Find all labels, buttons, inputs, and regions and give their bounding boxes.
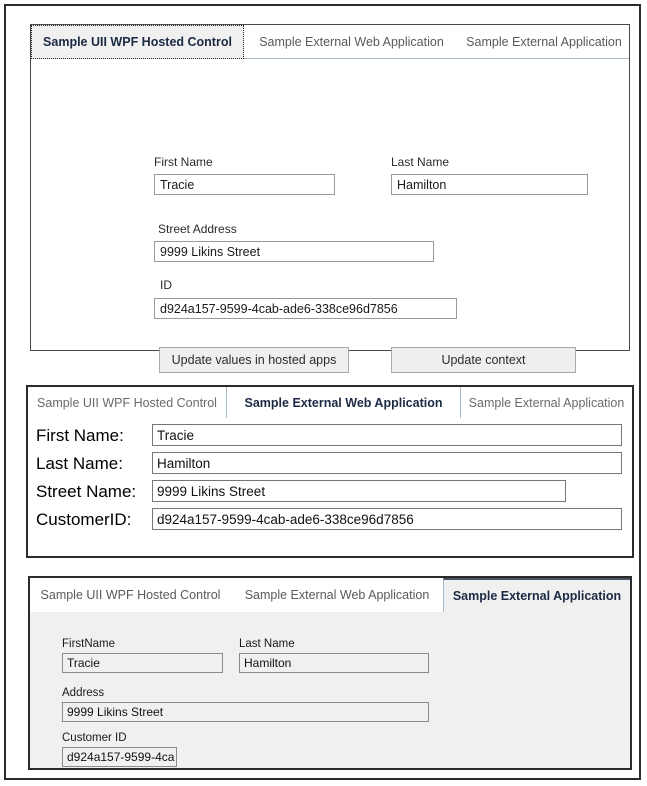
panel3-customer-id-label: Customer ID [62,732,127,744]
panel3-customer-id-input[interactable]: d924a157-9599-4ca [62,747,177,767]
panel1-tab-label-2: Sample External Application [466,35,622,49]
panel2-customer-id-row: CustomerID: d924a157-9599-4cab-ade6-338c… [28,506,632,534]
panel1-id-input[interactable]: d924a157-9599-4cab-ade6-338ce96d7856 [154,298,457,319]
panel2-customer-id-label: CustomerID: [36,510,132,529]
panel2-last-name-input[interactable]: Hamilton [152,452,622,474]
panel3-first-name-input[interactable]: Tracie [62,653,223,673]
update-context-button[interactable]: Update context [391,347,576,373]
panel2-tab-label-0: Sample UII WPF Hosted Control [37,395,217,410]
panel1-tab-label-0: Sample UII WPF Hosted Control [43,35,232,49]
panel1-tab-external-application[interactable]: Sample External Application [459,25,629,59]
panel2-tab-label-2: Sample External Application [468,395,625,410]
panel2-tab-external-web-application[interactable]: Sample External Web Application [226,387,461,418]
panel1-body: First Name Tracie Last Name Hamilton Str… [31,59,629,373]
panel3-tab-external-web-application[interactable]: Sample External Web Application [231,578,443,612]
wpf-hosted-control-panel: Sample UII WPF Hosted Control Sample Ext… [30,24,630,373]
panel3-tab-label-0: Sample UII WPF Hosted Control [40,588,221,602]
panel3-tab-wpf-hosted-control[interactable]: Sample UII WPF Hosted Control [30,578,231,612]
panel2-tab-external-application[interactable]: Sample External Application [461,387,632,418]
panel3-body: FirstName Tracie Last Name Hamilton Addr… [30,612,630,768]
external-web-application-panel: Sample UII WPF Hosted Control Sample Ext… [26,385,634,558]
panel3-tab-label-2: Sample External Application [452,589,622,603]
panel2-street-name-label: Street Name: [36,482,137,501]
panel2-first-name-row: First Name: Tracie [28,422,632,450]
panel2-tab-label-1: Sample External Web Application [244,395,443,410]
panel1-first-name-input[interactable]: Tracie [154,174,335,195]
panel3-first-name-label: FirstName [62,638,116,650]
panel1-street-address-input[interactable]: 9999 Likins Street [154,241,434,262]
panel1-tabstrip: Sample UII WPF Hosted Control Sample Ext… [31,25,629,59]
panel3-last-name-input[interactable]: Hamilton [239,653,429,673]
panel2-first-name-input[interactable]: Tracie [152,424,622,446]
panel1-id-label: ID [160,278,172,292]
panel1-tab-label-1: Sample External Web Application [259,35,444,49]
external-application-panel: Sample UII WPF Hosted Control Sample Ext… [28,576,632,770]
panel3-last-name-label: Last Name [239,638,295,650]
panel1-last-name-input[interactable]: Hamilton [391,174,588,195]
panel2-body: First Name: Tracie Last Name: Hamilton S… [28,418,632,556]
panel2-tab-wpf-hosted-control[interactable]: Sample UII WPF Hosted Control [28,387,226,418]
panel2-street-name-row: Street Name: 9999 Likins Street [28,478,632,506]
panel2-last-name-row: Last Name: Hamilton [28,450,632,478]
update-values-in-hosted-apps-button[interactable]: Update values in hosted apps [159,347,349,373]
panel2-first-name-label: First Name: [36,426,124,445]
panel2-tabstrip: Sample UII WPF Hosted Control Sample Ext… [28,387,632,418]
panel1-tab-wpf-hosted-control[interactable]: Sample UII WPF Hosted Control [31,25,244,59]
panel1-tab-external-web-application[interactable]: Sample External Web Application [244,25,459,59]
panel2-customer-id-input[interactable]: d924a157-9599-4cab-ade6-338ce96d7856 [152,508,622,530]
panel3-tab-label-1: Sample External Web Application [244,588,430,602]
panel2-last-name-label: Last Name: [36,454,123,473]
panel3-tabstrip: Sample UII WPF Hosted Control Sample Ext… [30,578,630,612]
panel3-address-input[interactable]: 9999 Likins Street [62,702,429,722]
panel1-last-name-label: Last Name [391,155,450,169]
panel3-address-label: Address [62,687,105,699]
panel1-first-name-label: First Name [154,155,213,169]
panel1-street-address-label: Street Address [158,222,237,236]
panel3-tab-external-application[interactable]: Sample External Application [443,578,630,612]
panel2-street-name-input[interactable]: 9999 Likins Street [152,480,566,502]
screenshot-outer-frame: Sample UII WPF Hosted Control Sample Ext… [4,4,641,780]
